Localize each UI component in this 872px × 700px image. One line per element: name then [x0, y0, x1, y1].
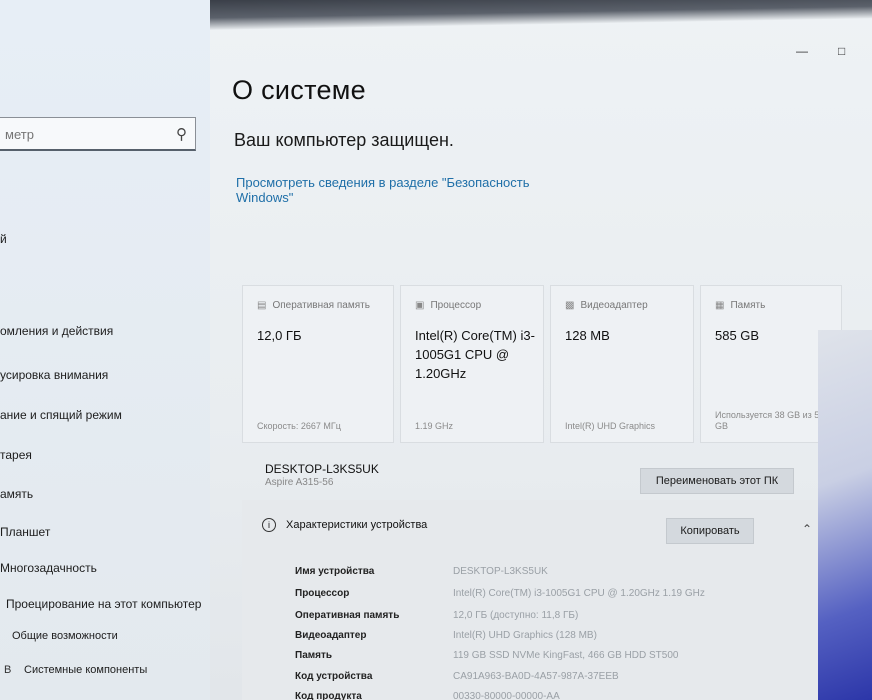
spec-value: CA91A963-BA0D-4A57-987A-37EEB	[453, 671, 619, 682]
specs-heading: Характеристики устройства	[286, 519, 428, 531]
spec-row: Код продукта 00330-80000-00000-AA	[295, 691, 560, 700]
card-value: Intel(R) Core(TM) i3-1005G1 CPU @ 1.20GH…	[415, 328, 535, 381]
spec-key: Оперативная память	[295, 610, 400, 621]
spec-row: Процессор Intel(R) Core(TM) i3-1005G1 CPU…	[295, 588, 705, 599]
spec-value: Intel(R) Core(TM) i3-1005G1 CPU @ 1.20GH…	[453, 588, 705, 599]
info-icon: i	[262, 518, 276, 532]
sidebar-item-label: Проецирование на этот компьютер	[6, 597, 202, 611]
main-content: О системе Ваш компьютер защищен. Просмот…	[210, 30, 872, 700]
gpu-card: ▩ Видеоадаптер 128 MB Intel(R) UHD Graphi…	[550, 285, 694, 443]
spec-key: Видеоадаптер	[295, 630, 367, 641]
card-value: 12,0 ГБ	[257, 328, 302, 343]
sidebar-item-label: Планшет	[0, 525, 51, 539]
settings-window: ⚲ й омления и действия усировка внимания…	[0, 0, 872, 700]
storage-icon: ▦	[715, 300, 725, 311]
card-footer: Intel(R) UHD Graphics	[565, 421, 656, 431]
spec-row: Код устройства CA91A963-BA0D-4A57-987A-37…	[295, 671, 619, 682]
sidebar-item-storage[interactable]: амять	[0, 487, 33, 501]
sidebar-item-projecting[interactable]: Проецирование на этот компьютер	[6, 597, 201, 611]
sidebar-item-label: усировка внимания	[0, 368, 109, 382]
top-bezel	[205, 0, 872, 30]
sidebar: ⚲ й омления и действия усировка внимания…	[0, 0, 210, 700]
spec-key: Имя устройства	[295, 566, 375, 577]
sidebar-item-shared-experiences[interactable]: Общие возможности	[12, 630, 118, 642]
search-input[interactable]	[3, 126, 167, 143]
card-value: 128 MB	[565, 328, 610, 343]
wallpaper-edge	[818, 330, 872, 700]
spec-key: Память	[295, 650, 333, 661]
sidebar-item-label: Многозадачность	[0, 561, 97, 575]
spec-value: Intel(R) UHD Graphics (128 MB)	[453, 630, 597, 641]
system-components-icon: В	[4, 664, 12, 676]
card-footer: Используется 38 GB из 585 GB	[715, 410, 830, 431]
device-specs-panel: i Характеристики устройства Копировать ⌃ …	[242, 500, 842, 700]
cpu-icon: ▣	[415, 300, 425, 311]
protection-status: Ваш компьютер защищен.	[234, 130, 454, 150]
sidebar-item-label: омления и действия	[0, 324, 114, 338]
search-icon[interactable]: ⚲	[176, 125, 187, 143]
gpu-icon: ▩	[565, 300, 575, 311]
card-value: 585 GB	[715, 328, 760, 343]
spec-key: Код устройства	[295, 671, 373, 682]
sidebar-item-label: тарея	[0, 448, 32, 462]
spec-row: Имя устройства DESKTOP-L3KS5UK	[295, 566, 548, 577]
chevron-up-icon[interactable]: ⌃	[802, 522, 812, 536]
sidebar-item-display[interactable]: й	[0, 232, 7, 246]
copy-button[interactable]: Копировать	[666, 518, 754, 544]
card-caption: Процессор	[430, 300, 482, 311]
memory-card: ▤ Оперативная память 12,0 ГБ Скорость: 26…	[242, 285, 394, 443]
sidebar-item-label: амять	[0, 487, 34, 501]
sidebar-item-power[interactable]: ание и спящий режим	[0, 408, 122, 422]
card-footer: 1.19 GHz	[415, 421, 454, 431]
security-link[interactable]: Просмотреть сведения в разделе "Безопасн…	[236, 175, 556, 205]
sidebar-item-tablet[interactable]: Планшет	[0, 525, 50, 539]
sidebar-item-label: й	[0, 232, 7, 246]
spec-row: Оперативная память 12,0 ГБ (доступно: 11,…	[295, 610, 578, 621]
device-model: Aspire A315-56	[265, 477, 334, 488]
sidebar-item-notifications[interactable]: омления и действия	[0, 324, 113, 338]
spec-value: DESKTOP-L3KS5UK	[453, 566, 548, 577]
spec-row: Видеоадаптер Intel(R) UHD Graphics (128 M…	[295, 630, 597, 641]
sidebar-item-focus[interactable]: усировка внимания	[0, 368, 108, 382]
card-footer: Скорость: 2667 МГц	[257, 421, 341, 431]
card-caption: Видеоадаптер	[580, 300, 648, 311]
spec-key: Код продукта	[295, 691, 362, 700]
card-caption: Оперативная память	[272, 300, 370, 311]
spec-value: 119 GB SSD NVMe KingFast, 466 GB HDD ST5…	[453, 650, 679, 661]
sidebar-item-label: ание и спящий режим	[0, 408, 122, 422]
card-caption: Память	[730, 300, 766, 311]
spec-cards: ▤ Оперативная память 12,0 ГБ Скорость: 26…	[242, 285, 842, 443]
spec-key: Процессор	[295, 588, 350, 599]
rename-pc-button[interactable]: Переименовать этот ПК	[640, 468, 794, 494]
memory-icon: ▤	[257, 300, 267, 311]
sidebar-item-label: Общие возможности	[12, 630, 118, 642]
cpu-card: ▣ Процессор Intel(R) Core(TM) i3-1005G1 C…	[400, 285, 544, 443]
sidebar-item-label: Системные компоненты	[24, 664, 148, 676]
device-name: DESKTOP-L3KS5UK	[265, 462, 379, 476]
spec-value: 00330-80000-00000-AA	[453, 691, 560, 700]
spec-row: Память 119 GB SSD NVMe KingFast, 466 GB H…	[295, 650, 678, 661]
page-title: О системе	[232, 75, 366, 105]
spec-value: 12,0 ГБ (доступно: 11,8 ГБ)	[453, 610, 579, 621]
sidebar-item-battery[interactable]: тарея	[0, 448, 32, 462]
search-box[interactable]: ⚲	[0, 117, 196, 151]
sidebar-item-multitasking[interactable]: Многозадачность	[0, 561, 97, 575]
sidebar-item-system-components[interactable]: В Системные компоненты	[4, 664, 147, 676]
